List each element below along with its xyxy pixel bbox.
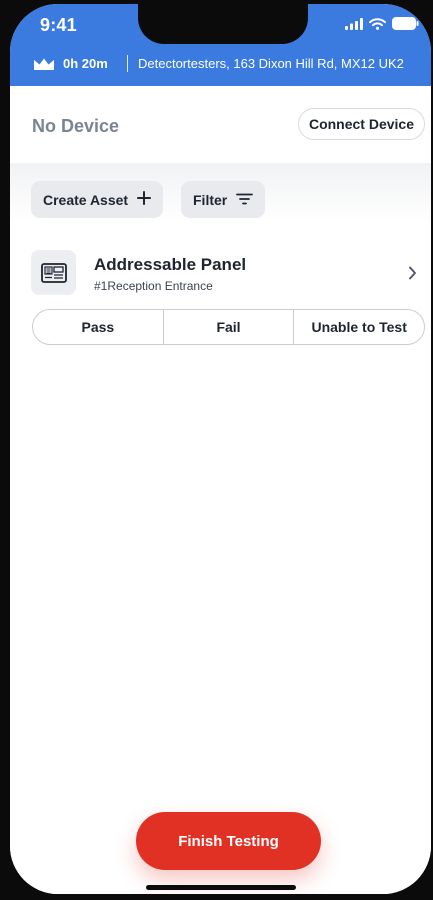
device-row: No Device Connect Device xyxy=(10,86,431,163)
app-header: 9:41 0h 20m Detectortesters, 163 Dixon H… xyxy=(10,4,431,86)
asset-title: Addressable Panel xyxy=(94,255,247,274)
panel-icon xyxy=(31,250,76,295)
filter-label: Filter xyxy=(193,191,228,208)
test-result-selector: Pass Fail Unable to Test xyxy=(32,309,425,345)
notch xyxy=(138,4,308,44)
crown-icon xyxy=(33,57,55,74)
wifi-icon xyxy=(369,17,386,30)
asset-location: #1Reception Entrance xyxy=(94,279,213,293)
job-address: Detectortesters, 163 Dixon Hill Rd, MX12… xyxy=(138,56,404,71)
device-status: No Device xyxy=(32,116,120,136)
phone-frame: 9:41 0h 20m Detectortesters, 163 Dixon H… xyxy=(0,0,433,900)
plus-icon xyxy=(137,191,152,208)
unable-to-test-button[interactable]: Unable to Test xyxy=(293,310,424,344)
create-asset-label: Create Asset xyxy=(43,191,129,208)
pass-button[interactable]: Pass xyxy=(33,310,163,344)
job-bar: 0h 20m Detectortesters, 163 Dixon Hill R… xyxy=(10,52,431,78)
job-duration: 0h 20m xyxy=(63,56,108,71)
fail-button[interactable]: Fail xyxy=(162,310,294,344)
finish-testing-button[interactable]: Finish Testing xyxy=(136,812,321,870)
home-indicator xyxy=(146,885,296,890)
status-time: 9:41 xyxy=(40,15,77,35)
chevron-right-icon[interactable] xyxy=(408,266,417,285)
divider xyxy=(127,55,128,72)
app-screen: 9:41 0h 20m Detectortesters, 163 Dixon H… xyxy=(10,4,431,894)
status-icons xyxy=(345,17,419,30)
create-asset-button[interactable]: Create Asset xyxy=(31,181,164,218)
signal-icon xyxy=(345,17,363,30)
filter-icon xyxy=(236,192,254,208)
battery-icon xyxy=(392,17,419,30)
connect-device-button[interactable]: Connect Device xyxy=(297,108,425,140)
filter-button[interactable]: Filter xyxy=(181,181,266,218)
